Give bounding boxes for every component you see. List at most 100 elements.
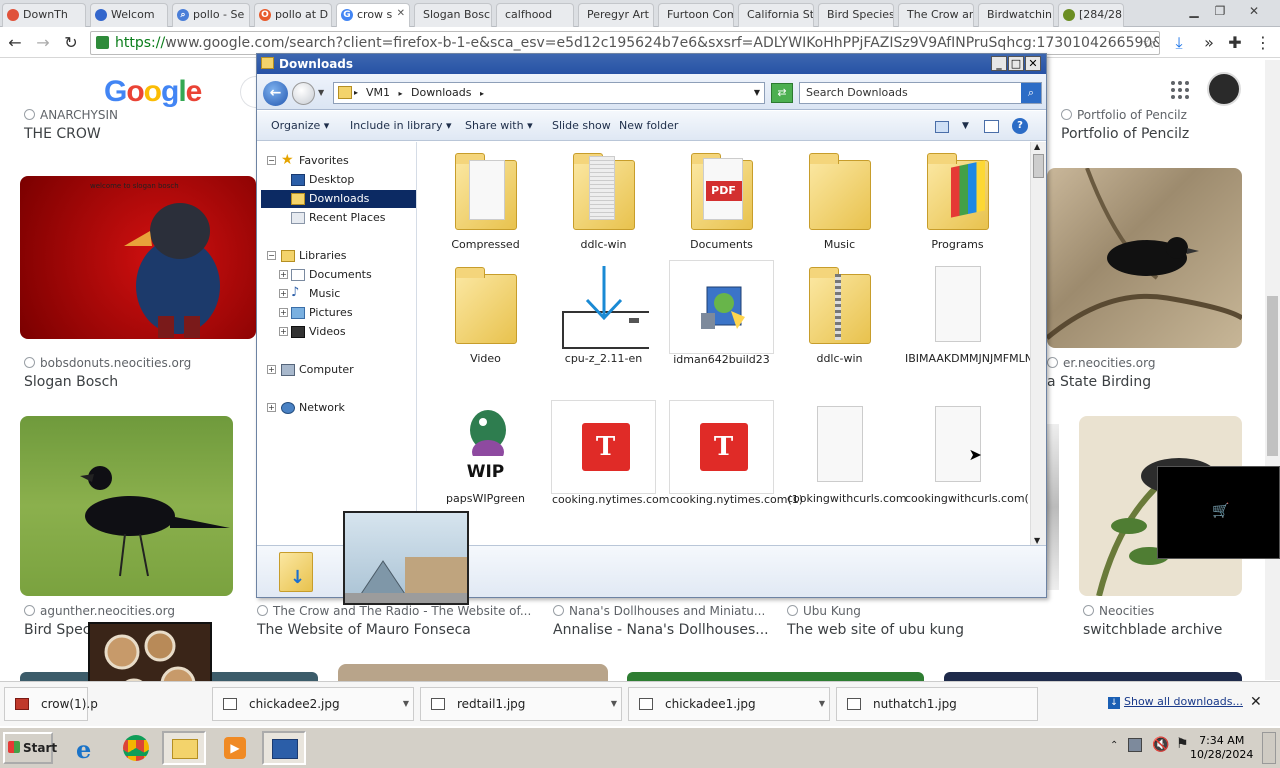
file-item[interactable]: T cooking.nytimes.com(1)	[669, 400, 803, 506]
google-logo[interactable]: Google	[104, 75, 202, 109]
crow-character-image[interactable]: welcome to slogan bosch	[20, 176, 256, 339]
result-title[interactable]: The Website of Mauro Fonseca	[257, 622, 471, 638]
nav-downloads[interactable]: Downloads	[261, 190, 416, 208]
include-in-library-button[interactable]: Include in library ▾	[350, 119, 451, 132]
expand-icon[interactable]: +	[279, 308, 288, 317]
download-item[interactable]: nuthatch1.jpg	[836, 687, 1038, 721]
nav-pictures[interactable]: Pictures	[289, 304, 353, 322]
download-item[interactable]: redtail1.jpg ▼	[420, 687, 622, 721]
nav-desktop[interactable]: Desktop	[289, 171, 354, 189]
minimize-icon[interactable]: _	[991, 56, 1007, 71]
taskbar-media-player[interactable]: ▶	[214, 731, 258, 765]
star-icon[interactable]: ☆	[1138, 33, 1160, 53]
explorer-address-bar[interactable]: ▸ VM1 ▸ Downloads ▸ ▼	[333, 82, 765, 104]
browser-tab[interactable]: Welcom	[90, 3, 168, 27]
expand-icon[interactable]: +	[267, 365, 276, 374]
result-source[interactable]: The Crow and The Radio - The Website of.…	[257, 604, 531, 618]
show-desktop-button[interactable]	[1262, 732, 1276, 764]
result-title[interactable]: Portfolio of Pencilz	[1061, 126, 1189, 142]
help-icon[interactable]: ?	[1012, 118, 1028, 134]
extensions-icon[interactable]: ✚	[1224, 33, 1246, 53]
tray-expand-icon[interactable]: ⌃	[1110, 740, 1118, 751]
browser-tab[interactable]: Bird Species	[818, 3, 894, 27]
dragged-image-thumbnail[interactable]	[343, 511, 469, 605]
back-arrow-icon[interactable]: ←	[263, 81, 288, 106]
nav-videos[interactable]: Videos	[289, 323, 346, 341]
organize-button[interactable]: Organize ▾	[271, 119, 329, 132]
result-title[interactable]: switchblade archive	[1083, 622, 1222, 638]
nav-network[interactable]: Network	[279, 399, 345, 417]
browser-tab[interactable]: [284/28	[1058, 3, 1124, 27]
nav-favorites[interactable]: ★ Favorites	[279, 152, 349, 170]
browser-tab[interactable]: Furtoon Com	[658, 3, 734, 27]
file-item[interactable]: ➤ cookingwithcurls.com(1)	[905, 400, 1030, 505]
result-source[interactable]: Portfolio of Pencilz	[1061, 108, 1187, 122]
expand-icon[interactable]: +	[267, 403, 276, 412]
show-all-downloads-link[interactable]: ↓ Show all downloads...	[1108, 695, 1243, 709]
back-arrow-icon[interactable]: ←	[4, 33, 26, 53]
result-image-partial[interactable]	[338, 664, 608, 682]
start-button[interactable]: Start	[3, 732, 57, 764]
file-item[interactable]: T cooking.nytimes.com	[551, 400, 669, 506]
download-item[interactable]: chickadee1.jpg ▼	[628, 687, 830, 721]
scrollbar-thumb[interactable]	[1267, 296, 1278, 456]
forward-arrow-icon[interactable]	[292, 82, 315, 105]
explorer-titlebar[interactable]: Downloads _ □ ✕	[257, 54, 1046, 74]
address-bar[interactable]: https://www.google.com/search?client=fir…	[90, 31, 1160, 55]
taskbar-explorer[interactable]	[162, 731, 206, 765]
nav-music[interactable]: ♪ Music	[289, 285, 340, 303]
scroll-up-icon[interactable]: ▲	[1034, 142, 1040, 151]
browser-tab[interactable]: Opollo at D	[254, 3, 332, 27]
black-overlay-window[interactable]: 🛒	[1157, 466, 1280, 559]
download-icon[interactable]: ⤓	[1168, 33, 1190, 53]
breadcrumb-vm1[interactable]: VM1	[366, 86, 390, 99]
close-icon[interactable]: ✕	[1250, 694, 1262, 710]
blackbird-tree-image[interactable]	[1047, 168, 1242, 348]
flag-icon[interactable]: ⚑	[1176, 736, 1189, 752]
explorer-search-input[interactable]: Search Downloads ⌕	[799, 82, 1042, 104]
nav-computer[interactable]: Computer	[279, 361, 354, 379]
new-folder-button[interactable]: New folder	[619, 119, 678, 132]
browser-tab[interactable]: ⌕ pollo - Se	[172, 3, 250, 27]
close-tab-icon[interactable]: ✕	[397, 8, 405, 19]
file-item[interactable]: idman642build23	[669, 260, 774, 366]
file-item[interactable]: Programs	[905, 146, 1010, 251]
account-avatar[interactable]	[1207, 72, 1241, 106]
result-title[interactable]: Bird Spec	[24, 622, 90, 638]
file-list-scrollbar[interactable]: ▲ ▼	[1030, 142, 1046, 545]
collapse-icon[interactable]: −	[267, 156, 276, 165]
result-source[interactable]: ANARCHYSIN	[24, 108, 118, 122]
browser-tab[interactable]: California St	[738, 3, 814, 27]
nav-recent-places[interactable]: Recent Places	[289, 209, 386, 227]
browser-tab[interactable]: DownTh	[2, 3, 86, 27]
file-item[interactable]: cpu-z_2.11-en	[551, 260, 656, 365]
result-source[interactable]: agunther.neocities.org	[24, 604, 175, 618]
result-title[interactable]: The web site of ubu kung	[787, 622, 964, 638]
expand-icon[interactable]: +	[279, 270, 288, 279]
network-tray-icon[interactable]	[1128, 738, 1142, 752]
result-source[interactable]: er.neocities.org	[1047, 356, 1155, 370]
result-source[interactable]: bobsdonuts.neocities.org	[24, 356, 191, 370]
apps-grid-icon[interactable]	[1170, 80, 1190, 100]
browser-tab[interactable]: calfhood	[496, 3, 574, 27]
view-icon[interactable]	[935, 121, 949, 133]
expand-icon[interactable]: +	[279, 327, 288, 336]
download-item[interactable]: chickadee2.jpg ▼	[212, 687, 414, 721]
browser-tab[interactable]: Birdwatchin	[978, 3, 1054, 27]
browser-tab[interactable]: Slogan Bosch	[414, 3, 492, 27]
refresh-icon[interactable]: ⇄	[771, 83, 793, 103]
expand-icon[interactable]: +	[279, 289, 288, 298]
result-title[interactable]: Slogan Bosch	[24, 374, 118, 390]
close-icon[interactable]: ✕	[1025, 56, 1041, 71]
taskbar-remote-desktop[interactable]	[262, 731, 306, 765]
taskbar-chrome[interactable]	[114, 731, 158, 765]
reload-icon[interactable]: ↻	[60, 33, 82, 53]
file-item[interactable]: Music	[787, 146, 892, 251]
file-item[interactable]: IBIMAAKDMMJNJMFMLNDNCDPGDPNOPCOI_0_1_4_0…	[905, 260, 1030, 365]
chevron-right-icon[interactable]: »	[1198, 33, 1220, 53]
page-scrollbar[interactable]	[1265, 60, 1280, 680]
chevron-down-icon[interactable]: ▼	[962, 121, 969, 131]
result-source[interactable]: Nana's Dollhouses and Miniatu...	[553, 604, 765, 618]
nav-libraries[interactable]: Libraries	[279, 247, 347, 265]
file-item[interactable]: Video	[433, 260, 538, 365]
